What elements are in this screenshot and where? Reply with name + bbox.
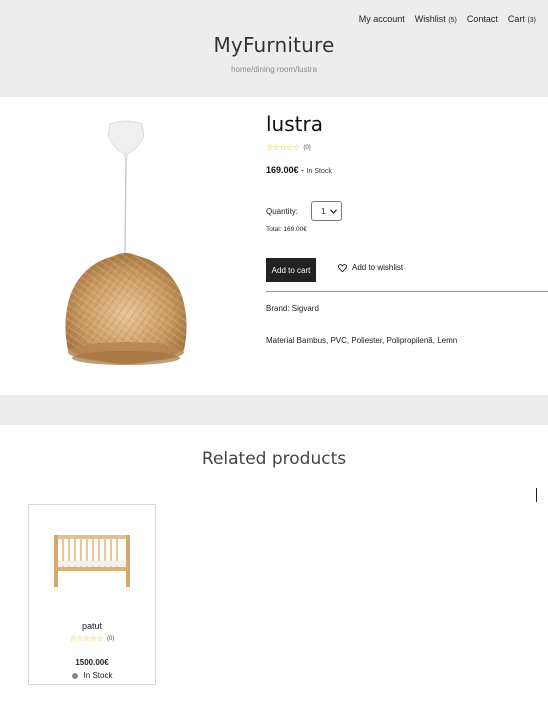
stock-status: In Stock: [306, 168, 332, 175]
product-price: 169.00€: [266, 165, 299, 175]
product-image-crib: [54, 535, 130, 587]
heart-icon: [338, 263, 347, 272]
breadcrumb[interactable]: home/dining room/lustra: [0, 65, 548, 74]
quantity-select[interactable]: 1: [311, 201, 342, 221]
nav-cart-label: Cart: [507, 14, 525, 24]
cart-count: (3): [527, 17, 536, 24]
related-product-name[interactable]: patut: [29, 621, 155, 631]
nav-contact-link[interactable]: Contact: [467, 14, 498, 24]
product-title: lustra: [266, 112, 323, 136]
related-product-card[interactable]: patut ☆☆☆☆☆ (0) 1500.00€ In Stock: [28, 504, 156, 685]
related-products-heading: Related products: [201, 449, 347, 469]
product-material: Material Bambus, PVC, Poliester, Polipro…: [266, 336, 458, 345]
quantity-label: Quantity:: [266, 207, 299, 216]
chevron-down-icon: [330, 208, 337, 214]
site-logo-title[interactable]: MyFurniture: [0, 33, 548, 57]
site-header: My account Wishlist (5) Contact Cart (3)…: [0, 0, 548, 97]
nav-wishlist-link[interactable]: Wishlist (5): [415, 14, 457, 24]
add-to-wishlist-label: Add to wishlist: [352, 263, 404, 272]
related-stock-label: In Stock: [83, 671, 113, 680]
wishlist-count: (5): [448, 17, 457, 24]
price-separator: -: [298, 165, 307, 175]
text-cursor: [536, 488, 537, 502]
add-to-wishlist-button[interactable]: Add to wishlist: [338, 263, 403, 272]
star-rating-icons: ☆☆☆☆☆: [69, 634, 104, 643]
price-line: 169.00€ - In Stock: [266, 165, 332, 175]
product-image-pendant-lamp: [65, 120, 187, 365]
divider: [266, 291, 548, 292]
related-product-stock: In Stock: [29, 671, 155, 680]
star-rating-icons[interactable]: ☆☆☆☆☆: [266, 143, 300, 152]
product-rating: ☆☆☆☆☆ (0): [266, 143, 311, 152]
product-brand: Brand: Sigvard: [266, 304, 319, 313]
quantity-value: 1: [321, 206, 326, 216]
top-navigation: My account Wishlist (5) Contact Cart (3): [359, 14, 536, 24]
rating-count: (0): [107, 635, 115, 642]
nav-cart-link[interactable]: Cart (3): [508, 14, 536, 24]
add-to-cart-button[interactable]: Add to cart: [266, 258, 316, 282]
stock-dot-icon: [71, 672, 78, 679]
rating-count: (0): [303, 144, 311, 151]
section-band: [0, 395, 548, 425]
nav-wishlist-label: Wishlist: [414, 14, 446, 24]
nav-my-account-link[interactable]: My account: [359, 14, 405, 24]
related-product-price: 1500.00€: [75, 658, 109, 667]
total-price: Total: 169.00€: [266, 226, 307, 233]
related-product-rating: ☆☆☆☆☆ (0): [29, 634, 155, 643]
